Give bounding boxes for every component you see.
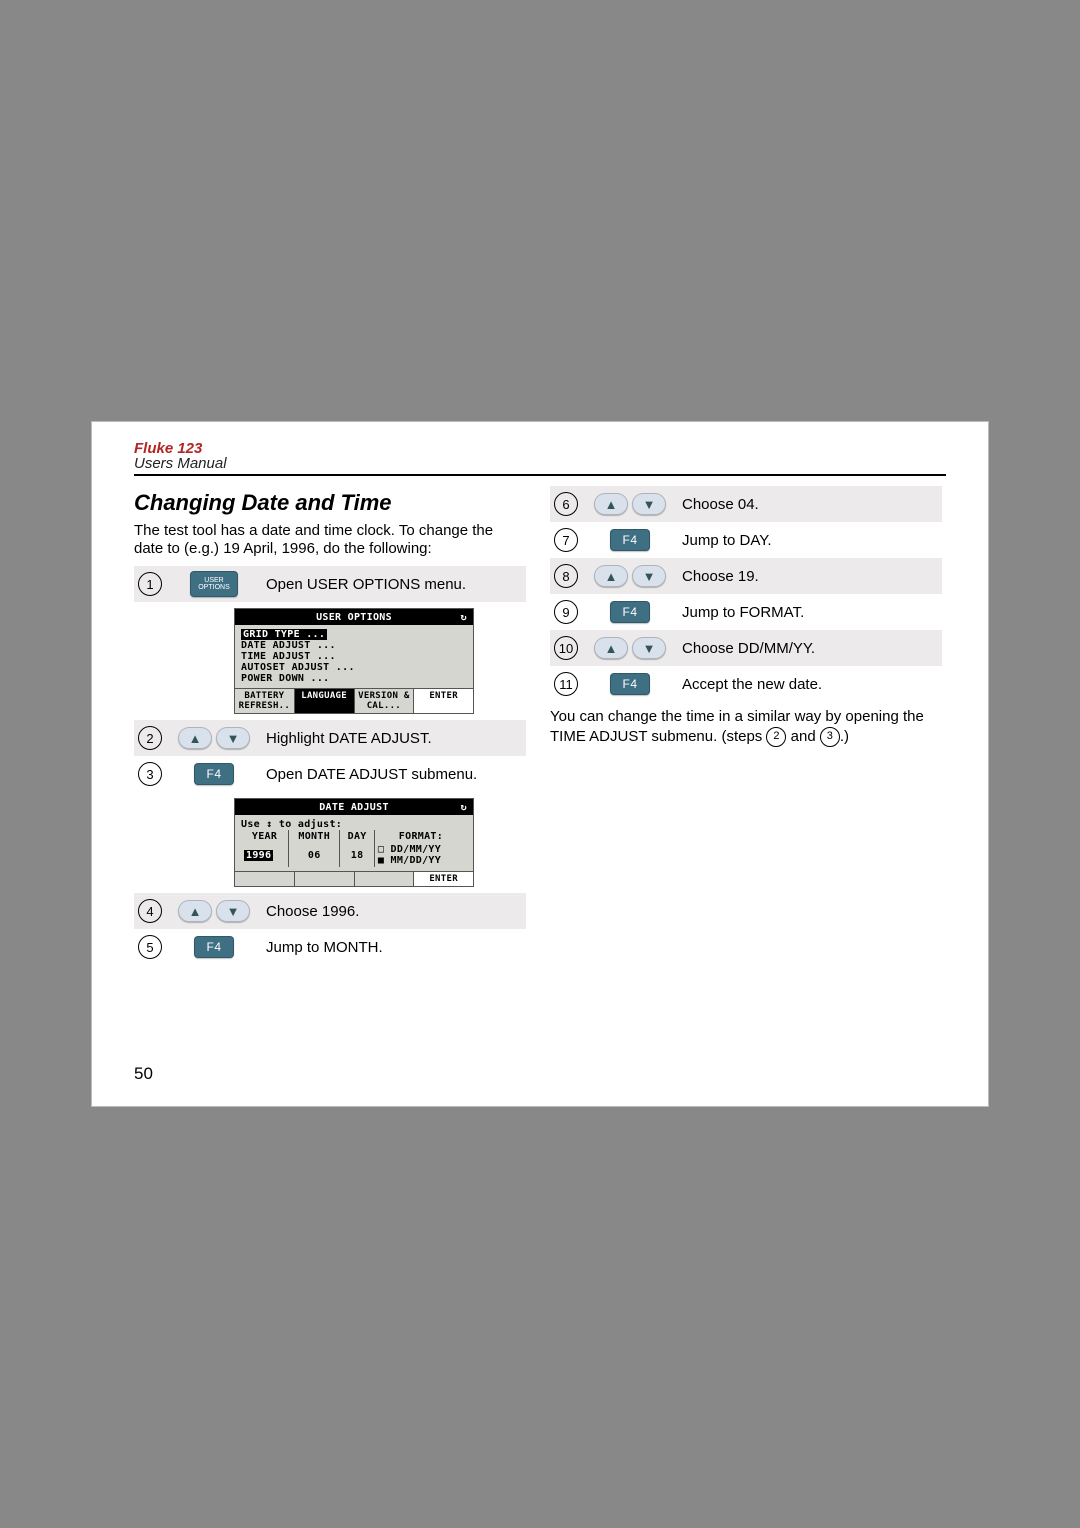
- step-number: 5: [138, 935, 162, 959]
- lcd-user-options: USER OPTIONS↻ GRID TYPE ... DATE ADJUST …: [234, 608, 474, 714]
- user-options-key: USEROPTIONS: [190, 571, 238, 597]
- down-arrow-key: ▼: [632, 493, 666, 515]
- step-row: 10 ▲▼ Choose DD/MM/YY.: [550, 630, 942, 666]
- down-arrow-key: ▼: [632, 637, 666, 659]
- section-title: Changing Date and Time: [134, 490, 526, 516]
- f4-key: F4: [194, 936, 234, 958]
- step-number: 10: [554, 636, 578, 660]
- step-text: Choose 1996.: [266, 903, 359, 920]
- intro-text: The test tool has a date and time clock.…: [134, 522, 514, 558]
- step-row: 9 F4 Jump to FORMAT.: [550, 594, 942, 630]
- down-arrow-key: ▼: [216, 900, 250, 922]
- up-arrow-key: ▲: [178, 900, 212, 922]
- down-arrow-key: ▼: [632, 565, 666, 587]
- f4-key: F4: [610, 529, 650, 551]
- step-text: Highlight DATE ADJUST.: [266, 730, 432, 747]
- step-text: Open USER OPTIONS menu.: [266, 576, 466, 593]
- step-row: 11 F4 Accept the new date.: [550, 666, 942, 702]
- closing-note: You can change the time in a similar way…: [550, 708, 942, 747]
- step-text: Accept the new date.: [682, 676, 822, 693]
- step-row: 6 ▲▼ Choose 04.: [550, 486, 942, 522]
- step-number: 4: [138, 899, 162, 923]
- step-row: 4 ▲ ▼ Choose 1996.: [134, 893, 526, 929]
- cycle-icon: ↻: [461, 612, 467, 623]
- manual-page: Fluke 123 Users Manual Changing Date and…: [92, 422, 988, 1106]
- step-number: 2: [138, 726, 162, 750]
- step-number: 1: [138, 572, 162, 596]
- f4-key: F4: [194, 763, 234, 785]
- step-text: Open DATE ADJUST submenu.: [266, 766, 477, 783]
- step-number: 9: [554, 600, 578, 624]
- step-row: 3 F4 Open DATE ADJUST submenu.: [134, 756, 526, 792]
- step-row: 2 ▲ ▼ Highlight DATE ADJUST.: [134, 720, 526, 756]
- step-row: 5 F4 Jump to MONTH.: [134, 929, 526, 965]
- step-number: 6: [554, 492, 578, 516]
- step-number: 11: [554, 672, 578, 696]
- left-column: Changing Date and Time The test tool has…: [134, 486, 526, 965]
- right-column: 6▲▼Choose 04.7F4Jump to DAY.8▲▼Choose 19…: [550, 486, 942, 965]
- up-arrow-key: ▲: [594, 493, 628, 515]
- step-number: 7: [554, 528, 578, 552]
- up-arrow-key: ▲: [594, 637, 628, 659]
- step-text: Jump to MONTH.: [266, 939, 383, 956]
- step-text: Jump to FORMAT.: [682, 604, 804, 621]
- step-row: 7 F4 Jump to DAY.: [550, 522, 942, 558]
- step-number: 8: [554, 564, 578, 588]
- f4-key: F4: [610, 673, 650, 695]
- page-number: 50: [134, 1064, 153, 1084]
- down-arrow-key: ▼: [216, 727, 250, 749]
- up-arrow-key: ▲: [178, 727, 212, 749]
- step-ref: 3: [820, 727, 840, 747]
- step-text: Jump to DAY.: [682, 532, 772, 549]
- step-row: 1 USEROPTIONS Open USER OPTIONS menu.: [134, 566, 526, 602]
- doc-type: Users Manual: [134, 455, 946, 472]
- f4-key: F4: [610, 601, 650, 623]
- step-row: 8 ▲▼ Choose 19.: [550, 558, 942, 594]
- step-ref: 2: [766, 727, 786, 747]
- step-text: Choose 19.: [682, 568, 759, 585]
- step-number: 3: [138, 762, 162, 786]
- lcd-date-adjust: DATE ADJUST↻ Use ↕ to adjust: YEAR MONTH…: [234, 798, 474, 887]
- cycle-icon: ↻: [461, 802, 467, 813]
- step-text: Choose 04.: [682, 496, 759, 513]
- header-rule: [134, 474, 946, 476]
- step-text: Choose DD/MM/YY.: [682, 640, 815, 657]
- up-arrow-key: ▲: [594, 565, 628, 587]
